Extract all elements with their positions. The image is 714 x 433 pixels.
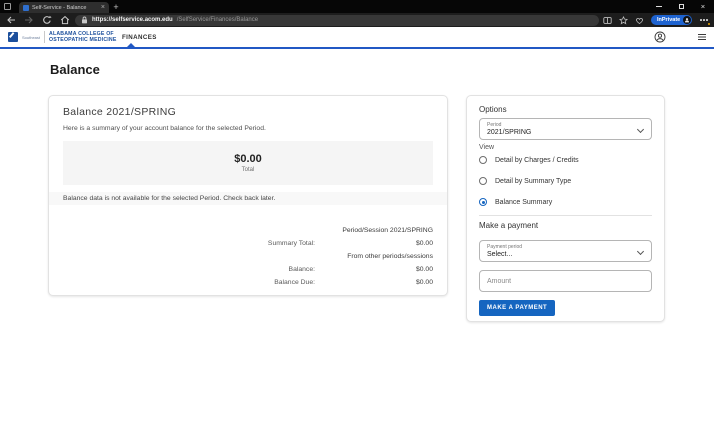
balance-card-heading: Balance 2021/SPRING bbox=[63, 106, 177, 118]
period-select-label: Period bbox=[487, 122, 502, 128]
browser-tab[interactable]: Self-Service - Balance × bbox=[19, 2, 109, 13]
hamburger-icon bbox=[698, 34, 706, 40]
amount-input[interactable] bbox=[487, 277, 644, 285]
profile-avatar bbox=[683, 16, 692, 24]
tab-actions-button[interactable] bbox=[0, 0, 15, 13]
total-label: Total bbox=[241, 167, 255, 173]
favorites-button[interactable] bbox=[618, 15, 628, 25]
view-label: View bbox=[479, 144, 495, 151]
amount-field-wrapper bbox=[479, 270, 652, 292]
minimize-icon bbox=[656, 6, 662, 7]
url-host: https://selfservice.acom.edu bbox=[92, 17, 173, 23]
browser-essentials-icon bbox=[636, 17, 643, 24]
summary-row: Balance Due: $0.00 bbox=[274, 279, 433, 286]
options-panel: Options Period 2021/SPRING View Detail b… bbox=[466, 95, 665, 322]
toolbar-right-icons: InPrivate bbox=[603, 13, 711, 27]
header-accent-line bbox=[0, 47, 714, 49]
total-box: $0.00 Total bbox=[63, 141, 433, 185]
period-select-value: 2021/SPRING bbox=[487, 129, 532, 136]
favorites-star-icon bbox=[618, 15, 628, 24]
chevron-down-icon bbox=[636, 125, 645, 134]
profile-person-icon bbox=[685, 18, 690, 23]
nav-buttons bbox=[6, 13, 70, 27]
browser-window: Self-Service - Balance × + × https://sel… bbox=[0, 0, 714, 433]
home-button[interactable] bbox=[60, 15, 70, 25]
tab-actions-icon bbox=[4, 3, 11, 10]
window-minimize-button[interactable] bbox=[648, 0, 670, 13]
radio-icon bbox=[479, 198, 487, 206]
account-button[interactable] bbox=[654, 31, 666, 43]
inprivate-badge[interactable]: InPrivate bbox=[650, 15, 693, 25]
make-payment-button[interactable]: MAKE A PAYMENT bbox=[479, 300, 556, 316]
new-tab-button[interactable]: + bbox=[109, 0, 123, 13]
split-screen-icon bbox=[603, 16, 612, 24]
app-menu-button[interactable] bbox=[697, 32, 707, 42]
app-header: Southeast ALABAMA COLLEGE OF OSTEOPATHIC… bbox=[0, 27, 714, 47]
tab-favicon-icon bbox=[23, 4, 29, 11]
lock-icon bbox=[82, 16, 87, 24]
summary-row: Summary Total: $0.00 bbox=[267, 240, 433, 247]
radio-icon bbox=[479, 156, 487, 164]
inprivate-label: InPrivate bbox=[656, 17, 681, 23]
summary-row: Balance: $0.00 bbox=[288, 266, 433, 273]
summary-row: From other periods/sessions bbox=[347, 253, 433, 260]
no-data-notice: Balance data is not available for the se… bbox=[49, 192, 447, 205]
split-screen-button[interactable] bbox=[603, 16, 612, 25]
refresh-icon bbox=[43, 15, 52, 24]
url-path: /SelfService/Finances/Balance bbox=[176, 17, 259, 23]
balance-card: Balance 2021/SPRING Here is a summary of… bbox=[48, 95, 448, 296]
back-icon bbox=[7, 16, 15, 24]
forward-icon bbox=[25, 16, 33, 24]
tab-title: Self-Service - Balance bbox=[32, 4, 87, 11]
forward-button[interactable] bbox=[24, 15, 34, 25]
make-payment-heading: Make a payment bbox=[479, 221, 539, 230]
window-close-button[interactable]: × bbox=[692, 0, 714, 13]
brand-logo[interactable]: Southeast ALABAMA COLLEGE OF OSTEOPATHIC… bbox=[8, 30, 117, 44]
browser-toolbar: https://selfservice.acom.edu/SelfService… bbox=[0, 13, 714, 27]
view-option-balance-summary[interactable]: Balance Summary bbox=[479, 194, 652, 210]
balance-summary: Period/Session 2021/SPRING Summary Total… bbox=[63, 227, 433, 292]
view-option-detail-charges[interactable]: Detail by Charges / Credits bbox=[479, 152, 652, 168]
tab-close-icon[interactable]: × bbox=[101, 4, 105, 11]
total-amount: $0.00 bbox=[234, 153, 262, 165]
institution-name-line2: OSTEOPATHIC MEDICINE bbox=[49, 37, 117, 43]
institution-name: ALABAMA COLLEGE OF OSTEOPATHIC MEDICINE bbox=[49, 31, 117, 43]
payment-period-select[interactable]: Payment period Select... bbox=[479, 240, 652, 262]
ellipsis-icon bbox=[700, 19, 702, 21]
chevron-down-icon bbox=[636, 247, 645, 256]
account-person-icon bbox=[654, 31, 666, 43]
brand-divider bbox=[44, 31, 46, 43]
home-icon bbox=[60, 15, 70, 25]
window-controls: × bbox=[648, 0, 714, 13]
options-divider bbox=[479, 215, 652, 216]
window-restore-button[interactable] bbox=[670, 0, 692, 13]
tab-strip: Self-Service - Balance × + × bbox=[0, 0, 714, 13]
balance-card-description: Here is a summary of your account balanc… bbox=[63, 125, 266, 132]
address-bar[interactable]: https://selfservice.acom.edu/SelfService… bbox=[75, 14, 599, 26]
restore-icon bbox=[678, 4, 684, 9]
options-heading: Options bbox=[479, 105, 507, 114]
refresh-button[interactable] bbox=[42, 15, 52, 25]
payment-period-value: Select... bbox=[487, 251, 513, 258]
southeast-health-logo-icon bbox=[8, 32, 18, 42]
page-title: Balance bbox=[50, 62, 100, 77]
brand-mark-text: Southeast bbox=[22, 34, 41, 40]
browser-essentials-button[interactable] bbox=[635, 16, 644, 25]
radio-icon bbox=[479, 177, 487, 185]
back-button[interactable] bbox=[6, 15, 16, 25]
payment-period-label: Payment period bbox=[487, 244, 523, 250]
summary-row: Period/Session 2021/SPRING bbox=[342, 227, 433, 234]
view-option-detail-summary-type[interactable]: Detail by Summary Type bbox=[479, 173, 652, 189]
browser-menu-button[interactable] bbox=[699, 15, 711, 26]
active-tab-indicator bbox=[127, 43, 135, 47]
period-select[interactable]: Period 2021/SPRING bbox=[479, 118, 652, 140]
menu-notification-dot bbox=[707, 22, 711, 26]
